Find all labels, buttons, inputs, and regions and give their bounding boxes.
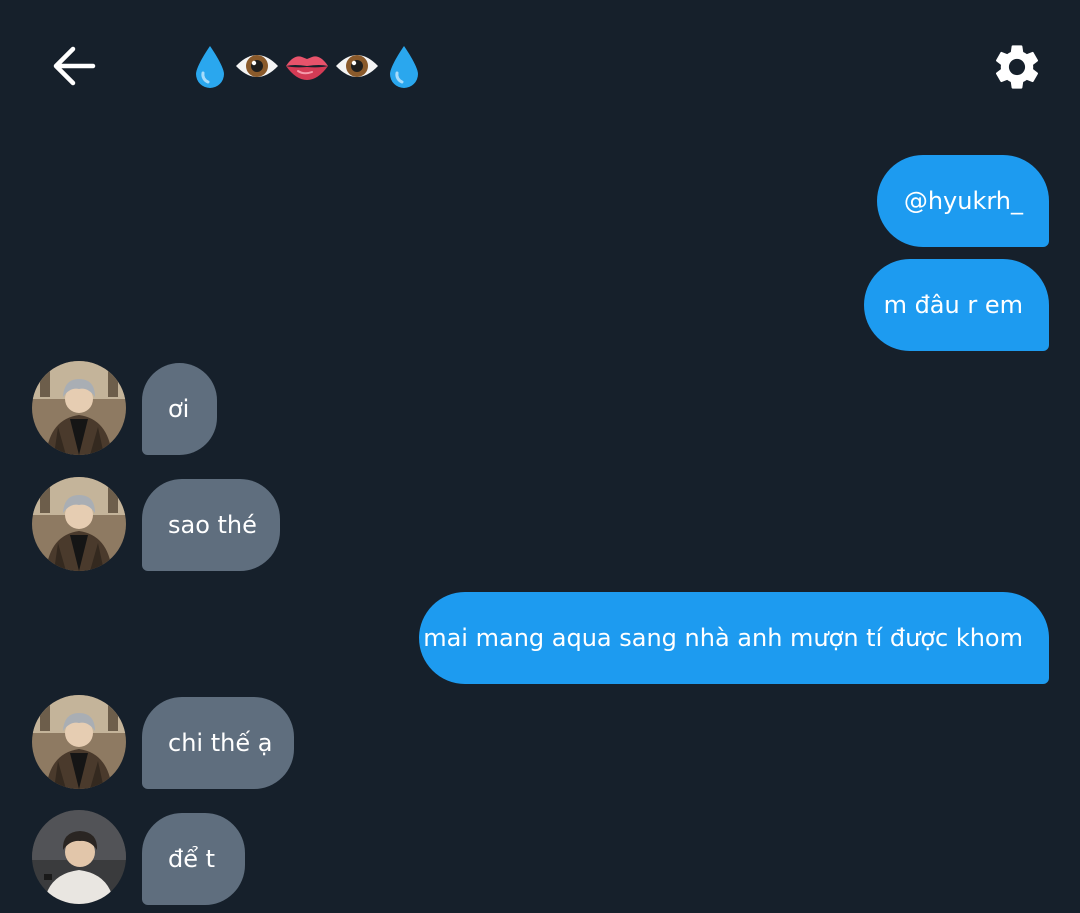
droplet-icon (390, 46, 418, 88)
avatar[interactable] (32, 695, 126, 789)
message-text: ơi (168, 395, 190, 423)
chat-screen: @hyukrh_ m đâu r em ơi sao thé mai mang … (0, 0, 1080, 913)
message-bubble-outgoing[interactable]: @hyukrh_ (877, 155, 1049, 247)
message-text: sao thé (168, 511, 257, 539)
avatar[interactable] (32, 361, 126, 455)
arrow-left-icon (53, 46, 96, 86)
back-button[interactable] (46, 40, 102, 92)
droplet-icon (196, 46, 224, 88)
settings-button[interactable] (986, 36, 1048, 98)
message-text: m đâu r em (883, 291, 1023, 319)
message-bubble-outgoing[interactable]: m đâu r em (864, 259, 1049, 351)
message-bubble-incoming[interactable]: sao thé (142, 479, 280, 571)
avatar[interactable] (32, 477, 126, 571)
chat-title-emoji (190, 38, 424, 94)
message-bubble-outgoing[interactable]: mai mang aqua sang nhà anh mượn tí được … (419, 592, 1049, 684)
lips-icon (286, 56, 328, 80)
eye-icon (336, 55, 378, 77)
message-text: để t (168, 845, 216, 873)
message-bubble-incoming[interactable]: ơi (142, 363, 217, 455)
message-bubble-incoming[interactable]: chi thế ạ (142, 697, 294, 789)
message-text: chi thế ạ (168, 729, 273, 757)
message-bubble-incoming[interactable]: để t (142, 813, 245, 905)
avatar[interactable] (32, 810, 126, 904)
gear-icon (995, 45, 1039, 89)
message-text: @hyukrh_ (903, 187, 1023, 215)
message-text: mai mang aqua sang nhà anh mượn tí được … (423, 624, 1023, 652)
eye-icon (236, 55, 278, 77)
